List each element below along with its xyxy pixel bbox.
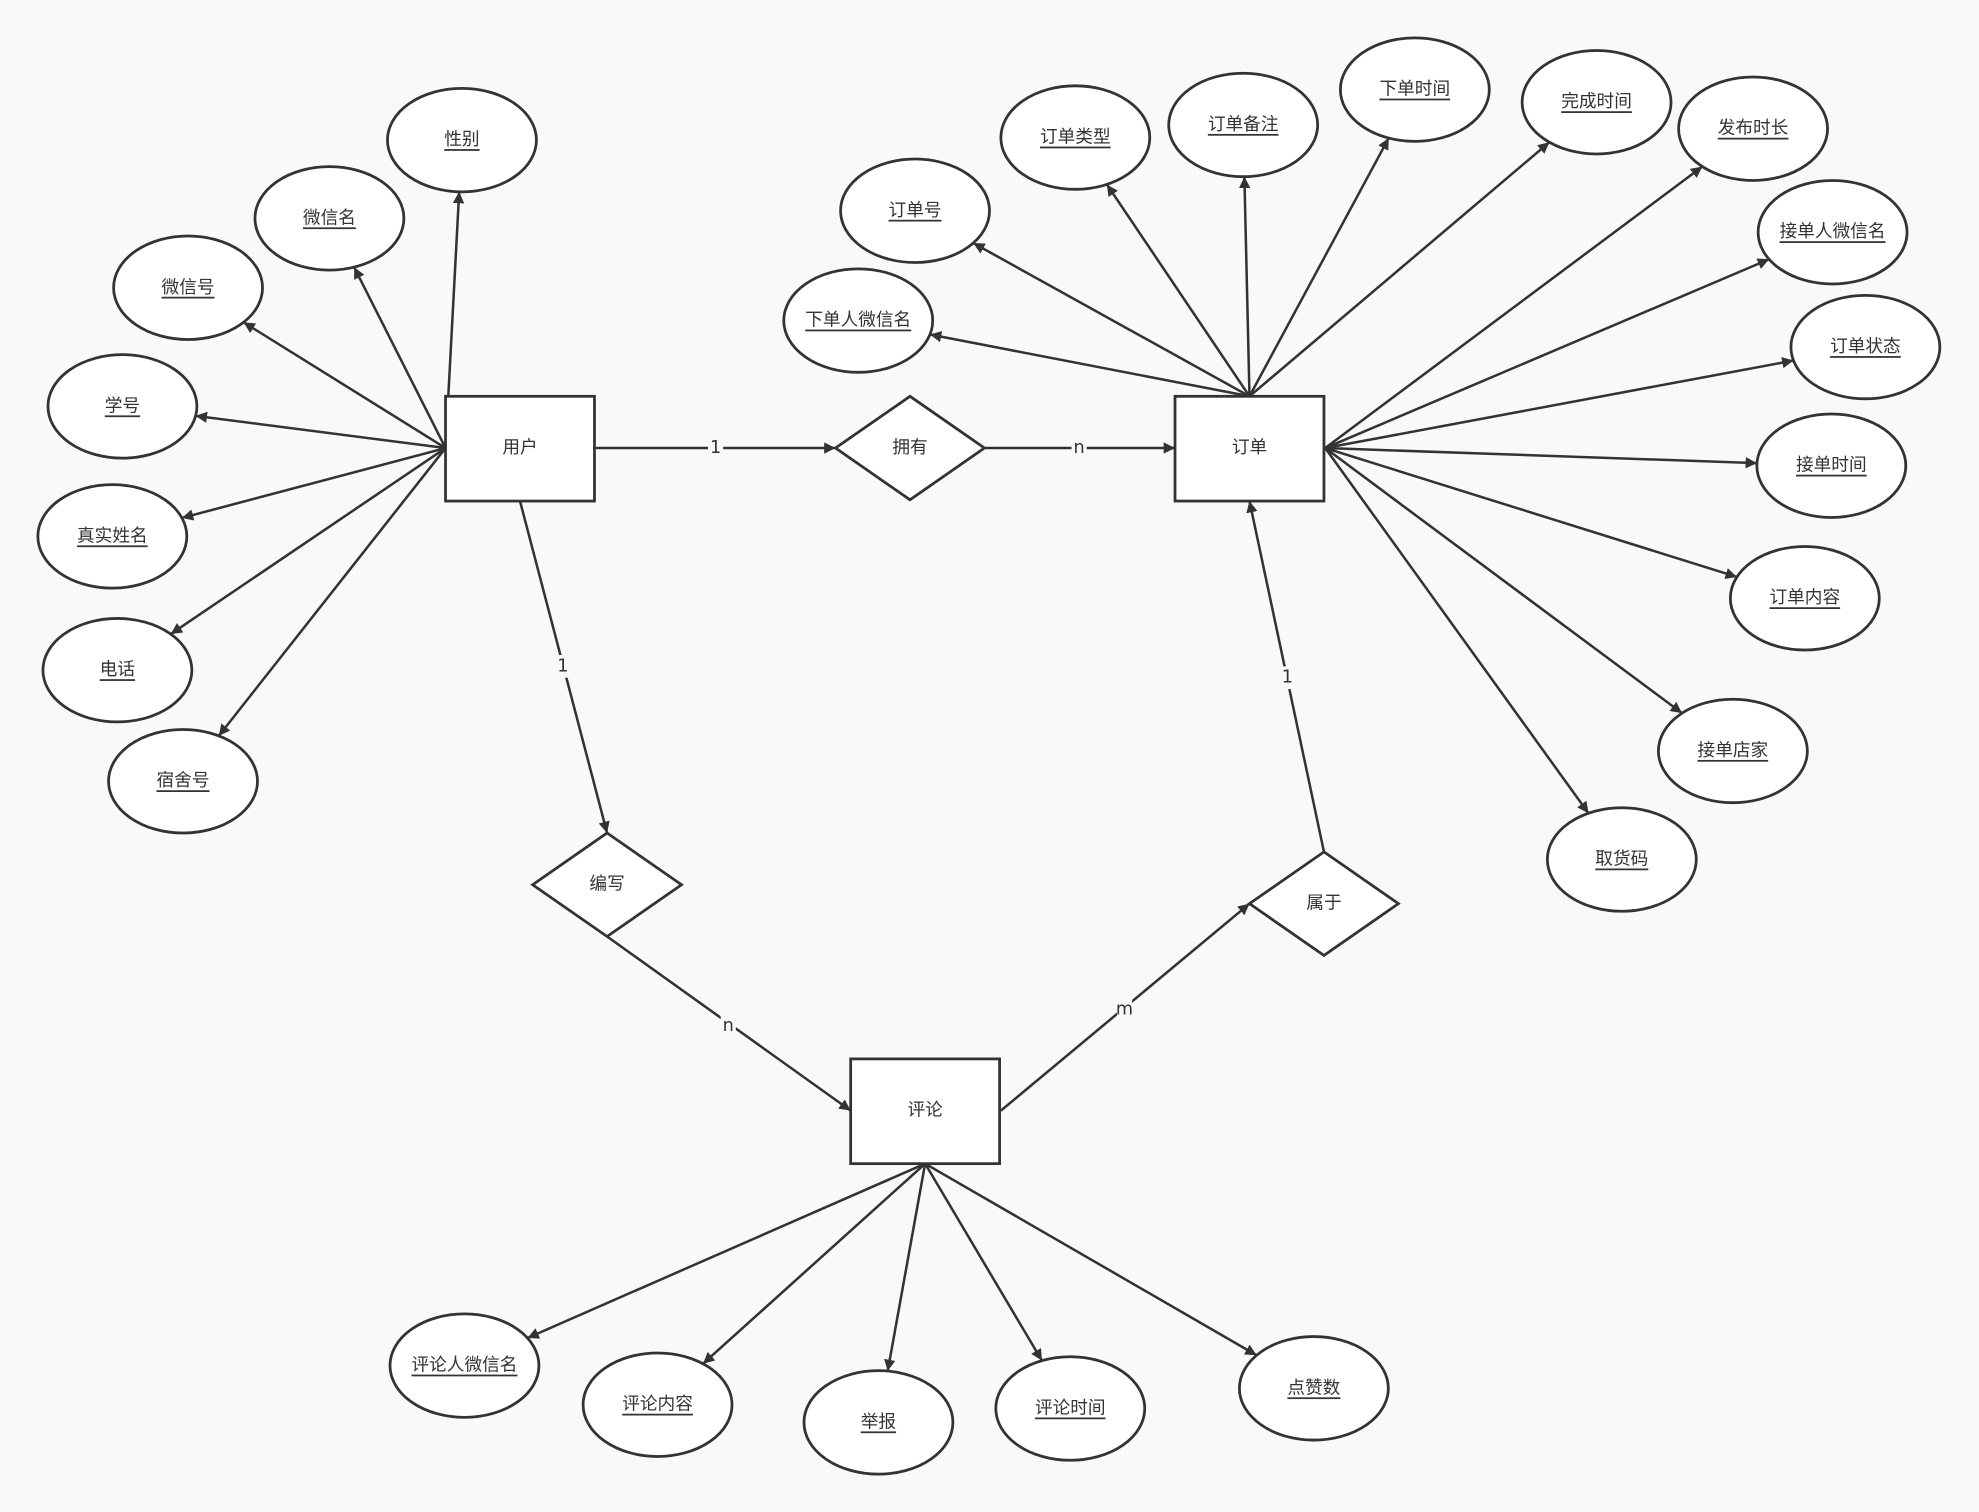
attribute-edge xyxy=(924,1162,1258,1357)
attribute-label: 性别 xyxy=(444,129,479,150)
attribute-order[interactable]: 接单人微信名 xyxy=(1756,179,1909,286)
attribute-label: 评论时间 xyxy=(1035,1398,1106,1419)
attribute-edge xyxy=(972,241,1251,398)
attribute-edge xyxy=(217,447,447,737)
attribute-label: 订单内容 xyxy=(1769,587,1840,608)
attribute-edge xyxy=(1324,447,1590,814)
attribute-label: 真实姓名 xyxy=(77,525,148,546)
attribute-edge xyxy=(195,411,446,450)
attribute-label: 接单人微信名 xyxy=(1780,221,1886,242)
attribute-comment[interactable]: 评论时间 xyxy=(994,1355,1147,1462)
attribute-edge xyxy=(1248,137,1390,397)
attribute-comment[interactable]: 点赞数 xyxy=(1238,1335,1390,1442)
attribute-edge xyxy=(1324,357,1794,450)
attribute-edge xyxy=(929,331,1250,398)
attribute-user[interactable]: 性别 xyxy=(386,86,538,194)
attribute-label: 宿舍号 xyxy=(157,770,210,791)
attribute-edge xyxy=(924,1163,1043,1362)
attribute-edge xyxy=(242,321,447,450)
relationship-own[interactable]: 拥有 xyxy=(833,394,987,502)
relationship-write[interactable]: 编写 xyxy=(530,831,684,939)
attribute-order[interactable]: 下单人微信名 xyxy=(782,267,935,374)
attribute-label: 评论人微信名 xyxy=(411,1355,517,1376)
cardinality-label: 1 xyxy=(557,656,568,676)
attribute-label: 微信名 xyxy=(303,207,356,228)
attribute-order[interactable]: 接单店家 xyxy=(1657,697,1809,805)
attribute-user[interactable]: 学号 xyxy=(46,353,199,460)
attribute-edge xyxy=(1238,176,1251,397)
attribute-order[interactable]: 订单类型 xyxy=(999,84,1152,191)
relationship-label: 拥有 xyxy=(892,437,927,458)
attribute-label: 订单状态 xyxy=(1830,336,1901,357)
attribute-order[interactable]: 订单状态 xyxy=(1789,293,1942,401)
attribute-comment[interactable]: 评论内容 xyxy=(581,1351,734,1458)
attribute-edge xyxy=(1325,446,1757,469)
attribute-label: 订单备注 xyxy=(1208,114,1279,135)
attribute-label: 取货码 xyxy=(1595,848,1648,869)
entity-comment[interactable]: 评论 xyxy=(849,1057,1001,1166)
entity-label: 评论 xyxy=(907,1100,943,1121)
cardinality-label: 1 xyxy=(710,438,721,458)
cardinality-label: m xyxy=(1116,1000,1133,1020)
attribute-order[interactable]: 接单时间 xyxy=(1755,412,1908,519)
relationship-label: 属于 xyxy=(1306,894,1341,914)
attribute-edge xyxy=(1324,258,1770,450)
attribute-user[interactable]: 真实姓名 xyxy=(36,483,189,590)
attribute-label: 学号 xyxy=(105,395,140,416)
attribute-edge xyxy=(181,446,446,521)
cardinality-label: n xyxy=(723,1016,734,1036)
attribute-label: 接单时间 xyxy=(1796,455,1867,476)
attribute-user[interactable]: 微信名 xyxy=(253,165,406,272)
cardinality-label: 1 xyxy=(1282,668,1293,688)
attribute-comment[interactable]: 评论人微信名 xyxy=(388,1312,541,1419)
attribute-edge xyxy=(1248,141,1551,398)
attribute-label: 评论内容 xyxy=(622,1394,693,1415)
attribute-order[interactable]: 完成时间 xyxy=(1520,49,1673,156)
attribute-edge xyxy=(1105,183,1251,398)
attribute-user[interactable]: 电话 xyxy=(41,617,194,724)
attribute-order[interactable]: 订单号 xyxy=(839,157,991,264)
entity-label: 订单 xyxy=(1232,437,1267,458)
entity-order[interactable]: 订单 xyxy=(1173,394,1326,503)
attribute-user[interactable]: 微信号 xyxy=(112,234,264,341)
attribute-label: 接单店家 xyxy=(1698,740,1769,761)
attribute-order[interactable]: 下单时间 xyxy=(1338,36,1491,143)
attribute-label: 微信号 xyxy=(162,277,215,298)
attribute-user[interactable]: 宿舍号 xyxy=(107,728,259,835)
attribute-edge xyxy=(1324,446,1738,580)
attribute-label: 下单时间 xyxy=(1380,79,1451,100)
relationship-label: 编写 xyxy=(589,874,624,895)
er-diagram: 1 n 1 n m 1 性别微信名微信号学号真实姓名电话宿舍号 订单号 订单类型 订单备注 下单时… xyxy=(36,36,1942,1476)
attribute-label: 订单号 xyxy=(889,200,942,221)
attribute-order[interactable]: 订单内容 xyxy=(1728,545,1881,652)
attribute-edge xyxy=(1324,447,1683,715)
attribute-order[interactable]: 取货码 xyxy=(1545,806,1698,913)
attribute-edge xyxy=(170,447,447,636)
attribute-label: 下单人微信名 xyxy=(805,310,911,331)
attribute-edge xyxy=(1324,165,1704,450)
cardinality-label: n xyxy=(1074,438,1085,458)
entity-label: 用户 xyxy=(502,437,537,458)
attribute-label: 发布时长 xyxy=(1718,118,1789,139)
attribute-order[interactable]: 订单备注 xyxy=(1167,71,1320,179)
attribute-order[interactable]: 发布时长 xyxy=(1677,75,1829,182)
attribute-label: 电话 xyxy=(100,659,135,680)
entity-user[interactable]: 用户 xyxy=(444,394,596,503)
attribute-label: 举报 xyxy=(861,1411,896,1432)
attribute-label: 完成时间 xyxy=(1561,91,1632,112)
attribute-label: 点赞数 xyxy=(1287,1377,1340,1398)
relationship-belong[interactable]: 属于 xyxy=(1247,850,1401,958)
attribute-label: 订单类型 xyxy=(1040,127,1111,148)
attribute-edge xyxy=(526,1162,926,1340)
attribute-edge xyxy=(702,1162,926,1365)
attribute-comment[interactable]: 举报 xyxy=(802,1369,955,1476)
attribute-edge xyxy=(884,1163,927,1372)
